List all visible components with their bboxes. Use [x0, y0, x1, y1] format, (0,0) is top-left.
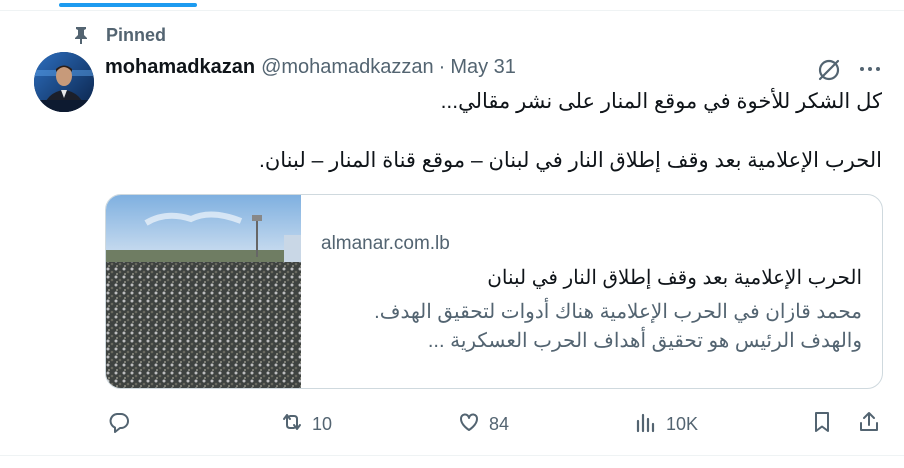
pin-icon	[73, 26, 89, 44]
grok-icon[interactable]	[815, 56, 843, 84]
tab-bar	[0, 0, 904, 11]
tweet-text-line: كل الشكر للأخوة في موقع المنار على نشر م…	[440, 90, 882, 113]
repost-icon	[280, 410, 304, 439]
user-handle[interactable]: @mohamadkazzan	[261, 56, 434, 79]
separator-dot: ·	[438, 56, 446, 78]
tweet-text-line: الحرب الإعلامية بعد وقف إطلاق النار في ل…	[259, 149, 882, 172]
card-description: محمد قازان في الحرب الإعلامية هناك أدوات…	[342, 298, 862, 356]
card-description-line: والهدف الرئيس هو تحقيق أهداف الحرب العسك…	[427, 330, 862, 352]
reply-button[interactable]	[107, 409, 131, 439]
display-name[interactable]: mohamadkazan	[105, 56, 255, 79]
views-count: 10K	[666, 413, 699, 434]
card-image	[106, 195, 301, 388]
like-icon	[457, 410, 481, 439]
share-icon	[857, 410, 881, 439]
tweet-date[interactable]: May 31	[450, 56, 516, 79]
divider	[0, 455, 904, 456]
views-icon	[634, 410, 658, 439]
repost-button[interactable]: 10	[280, 409, 332, 439]
bookmark-icon	[810, 410, 834, 439]
tweet-header: mohamadkazan @mohamadkazzan · May 31	[105, 56, 516, 79]
link-card[interactable]: almanar.com.lb الحرب الإعلامية بعد وقف إ…	[105, 194, 883, 389]
card-domain: almanar.com.lb	[321, 233, 450, 254]
active-tab-indicator	[59, 3, 197, 7]
avatar[interactable]	[34, 52, 94, 112]
card-title: الحرب الإعلامية بعد وقف إطلاق النار في ل…	[487, 267, 862, 289]
like-button[interactable]: 84	[457, 409, 509, 439]
reply-icon	[107, 410, 131, 439]
share-button[interactable]	[857, 409, 881, 439]
views-button[interactable]: 10K	[634, 409, 698, 439]
pinned-indicator: Pinned	[73, 24, 166, 46]
pinned-label: Pinned	[106, 24, 167, 45]
like-count: 84	[489, 413, 510, 434]
bookmark-button[interactable]	[810, 409, 834, 439]
card-description-line: محمد قازان في الحرب الإعلامية هناك أدوات…	[374, 301, 862, 323]
repost-count: 10	[312, 413, 333, 434]
more-icon[interactable]	[857, 56, 883, 82]
